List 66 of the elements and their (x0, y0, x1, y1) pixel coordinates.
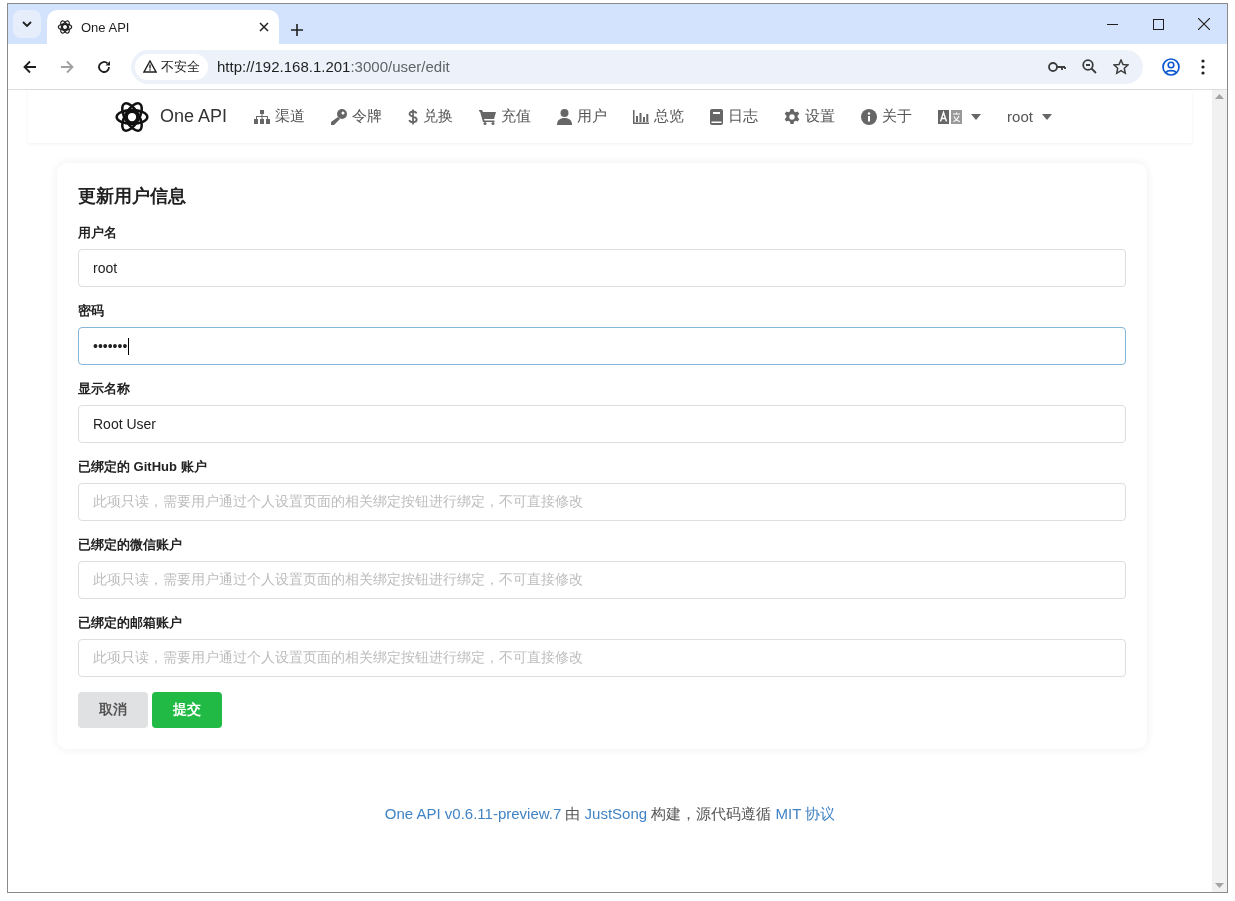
field-label: 显示名称 (78, 380, 131, 398)
address-bar[interactable]: 不安全 http://192.168.1.201:3000/user/edit (131, 49, 1143, 84)
nav-link[interactable]: 充值 (466, 90, 545, 143)
info-icon (861, 108, 878, 125)
chevron-down-icon (22, 21, 32, 27)
nav-link[interactable]: 用户 (544, 90, 621, 143)
nav-link[interactable]: 渠道 (241, 90, 319, 143)
cart-icon (479, 108, 497, 125)
app-logo-icon (57, 19, 73, 35)
translate-icon (938, 109, 963, 124)
cancel-button[interactable]: 取消 (78, 692, 148, 728)
key-icon (1048, 61, 1066, 72)
input-field[interactable]: Root User (78, 405, 1126, 443)
field-label: 已绑定的微信账户 (78, 536, 183, 554)
warning-icon (143, 60, 157, 73)
caret-icon (1041, 113, 1052, 120)
footer-text: One API v0.6.11-preview.7 由 JustSong 构建，源代码遵循 MIT 协议 (383, 805, 837, 824)
footer-link[interactable]: MIT 协议 (775, 805, 836, 822)
book-icon (710, 108, 724, 125)
scroll-up-icon (1215, 94, 1224, 99)
new-tab-button[interactable] (291, 24, 303, 36)
browser-tab[interactable]: One API (47, 10, 279, 44)
close-icon (1198, 18, 1210, 30)
tab-search-button[interactable] (13, 10, 41, 38)
form-title: 更新用户信息 (78, 185, 187, 208)
url-text: http://192.168.1.201:3000/user/edit (217, 58, 451, 75)
key-icon (331, 108, 348, 125)
gear-icon (784, 108, 801, 125)
nav-link[interactable]: 兑换 (395, 90, 467, 143)
user-icon (557, 108, 573, 125)
security-label: 不安全 (161, 57, 200, 76)
nav-link[interactable]: 日志 (697, 90, 772, 143)
tab-title: One API (81, 19, 131, 35)
star-icon (1113, 58, 1129, 75)
input-field[interactable]: ••••••• (78, 327, 1126, 365)
field-label: 已绑定的 GitHub 账户 (78, 458, 208, 476)
field-label: 已绑定的邮箱账户 (78, 614, 183, 632)
field-label: 密码 (78, 302, 105, 320)
minimize-icon (1106, 23, 1118, 25)
maximize-icon (1152, 18, 1164, 30)
zoom-out-icon (1081, 59, 1097, 74)
footer-link[interactable]: JustSong (584, 805, 648, 822)
profile-icon (1162, 57, 1180, 76)
nav-link[interactable]: 设置 (771, 90, 849, 143)
scrollbar[interactable] (1212, 90, 1227, 892)
close-icon (259, 22, 269, 32)
bar-chart-icon (633, 109, 650, 124)
nav-link[interactable]: 总览 (620, 90, 698, 143)
nav-link[interactable]: 关于 (848, 90, 926, 143)
footer-link[interactable]: One API v0.6.11-preview.7 (384, 805, 562, 822)
close-tab-button[interactable] (259, 22, 269, 32)
forward-arrow-icon (60, 59, 74, 74)
security-chip[interactable]: 不安全 (135, 53, 208, 80)
field-label: 用户名 (78, 224, 118, 242)
user-dropdown[interactable]: root (994, 108, 1065, 125)
input-field[interactable]: root (78, 249, 1126, 287)
caret-icon (971, 113, 982, 120)
sitemap-icon (254, 109, 271, 124)
brand-name: One API (160, 106, 228, 127)
scroll-down-icon (1215, 883, 1224, 888)
menu-icon (1201, 58, 1205, 75)
back-arrow-icon (23, 59, 37, 74)
nav-link[interactable]: 令牌 (318, 90, 396, 143)
dollar-icon (408, 108, 419, 125)
reload-icon (97, 59, 111, 74)
plus-icon (291, 24, 303, 36)
